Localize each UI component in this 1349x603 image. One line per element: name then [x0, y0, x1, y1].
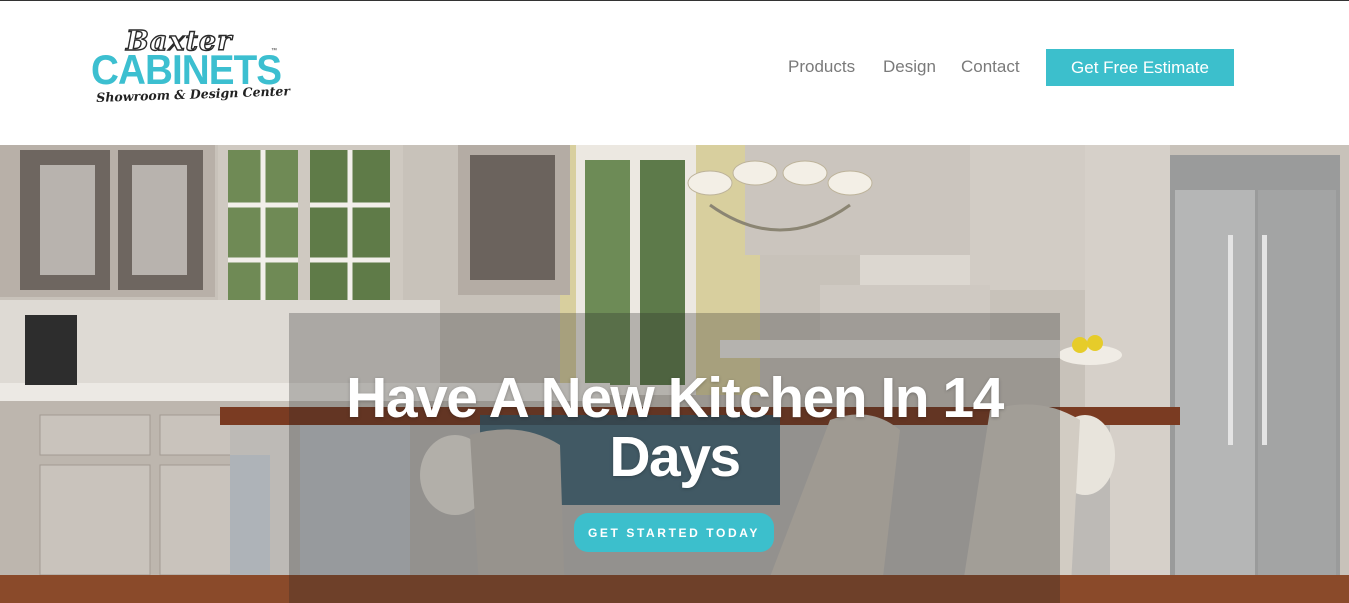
- hero-section: Have A New Kitchen In 14 Days GET STARTE…: [0, 145, 1349, 603]
- main-nav: Products Design Contact Get Free Estimat…: [0, 49, 1349, 87]
- get-free-estimate-button[interactable]: Get Free Estimate: [1046, 49, 1234, 86]
- get-started-button[interactable]: GET STARTED TODAY: [574, 513, 774, 552]
- hero-headline: Have A New Kitchen In 14 Days: [346, 366, 1004, 489]
- nav-link-design[interactable]: Design: [883, 57, 936, 77]
- site-header: Baxter CABINETS ™ Showroom & Design Cent…: [0, 1, 1349, 145]
- nav-link-contact[interactable]: Contact: [961, 57, 1020, 77]
- nav-link-products[interactable]: Products: [788, 57, 855, 77]
